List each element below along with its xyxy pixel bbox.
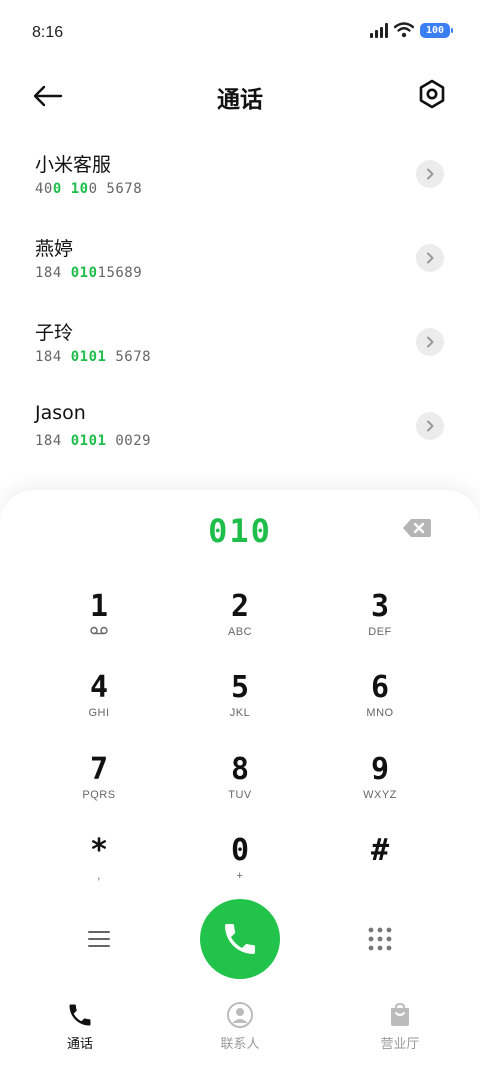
page-title: 通话 [217, 87, 263, 113]
contact-number: 184 0101 0029 [35, 433, 152, 449]
hamburger-menu-icon [88, 931, 110, 947]
contact-name: 子玲 [35, 322, 74, 344]
dial-key-0[interactable]: 0 + [180, 834, 300, 904]
list-item[interactable]: 燕婷 184 01015689 [0, 216, 480, 300]
toggle-dialpad-button[interactable] [367, 926, 393, 952]
voicemail-icon [90, 626, 108, 635]
signal-icon [370, 22, 388, 38]
phone-icon [225, 924, 255, 954]
header: 通话 [0, 66, 480, 126]
contact-number: 184 0101 5678 [35, 349, 152, 365]
contact-icon [227, 1002, 253, 1028]
nav-label: 联系人 [220, 1037, 260, 1052]
phone-icon [69, 1004, 91, 1026]
dialpad-panel: 010 1 2 ABC 3 DEF 4 GHI 5 JKL 6 MNO 7 PQ… [0, 490, 480, 1067]
dial-key-6[interactable]: 6 MNO [320, 671, 440, 741]
contact-number: 400 100 5678 [35, 181, 143, 197]
detail-button[interactable] [416, 328, 444, 356]
bottom-nav: 通话 联系人 营业厅 [0, 989, 480, 1067]
nav-item-store[interactable]: 营业厅 [320, 989, 480, 1067]
status-icons: 100 [370, 22, 453, 38]
dial-key-1[interactable]: 1 [39, 590, 159, 660]
list-item[interactable]: 小米客服 400 100 5678 [0, 132, 480, 216]
dial-key-4[interactable]: 4 GHI [39, 671, 159, 741]
dial-key-hash[interactable]: # [320, 834, 440, 904]
dialpad-grid-icon [368, 927, 392, 951]
detail-button[interactable] [416, 160, 444, 188]
chevron-right-icon [427, 420, 434, 432]
dial-key-9[interactable]: 9 WXYZ [320, 753, 440, 823]
nav-label: 营业厅 [380, 1037, 420, 1052]
list-item[interactable]: 子玲 184 0101 5678 [0, 300, 480, 384]
search-results-list: 小米客服 400 100 5678 燕婷 184 01015689 子玲 184… [0, 132, 480, 468]
backspace-icon [403, 519, 431, 537]
contact-number: 184 01015689 [35, 265, 143, 281]
chevron-right-icon [427, 168, 434, 180]
call-button[interactable] [200, 899, 280, 979]
nav-label: 通话 [66, 1037, 93, 1052]
status-time: 8:16 [32, 24, 64, 41]
battery-icon: 100 [420, 22, 453, 38]
hexagon-settings-icon [419, 79, 445, 109]
wifi-icon [394, 22, 414, 38]
dial-key-2[interactable]: 2 ABC [180, 590, 300, 660]
nav-item-contacts[interactable]: 联系人 [160, 989, 320, 1067]
menu-button[interactable] [86, 926, 112, 952]
settings-button[interactable] [414, 76, 450, 112]
chevron-right-icon [427, 252, 434, 264]
list-item[interactable]: Jason 184 0101 0029 [0, 384, 480, 468]
contact-name: 小米客服 [35, 154, 112, 176]
chevron-right-icon [427, 336, 434, 348]
detail-button[interactable] [416, 244, 444, 272]
status-bar: 8:16 100 [0, 0, 480, 66]
nav-item-calls[interactable]: 通话 [0, 989, 160, 1067]
contact-name: Jason [35, 402, 86, 424]
dial-key-8[interactable]: 8 TUV [180, 753, 300, 823]
contact-name: 燕婷 [35, 238, 74, 260]
dial-key-star[interactable]: * , [39, 834, 159, 904]
store-bag-icon [391, 1002, 409, 1026]
detail-button[interactable] [416, 412, 444, 440]
backspace-button[interactable] [402, 518, 432, 540]
dial-key-7[interactable]: 7 PQRS [39, 753, 159, 823]
dial-key-3[interactable]: 3 DEF [320, 590, 440, 660]
dial-key-5[interactable]: 5 JKL [180, 671, 300, 741]
